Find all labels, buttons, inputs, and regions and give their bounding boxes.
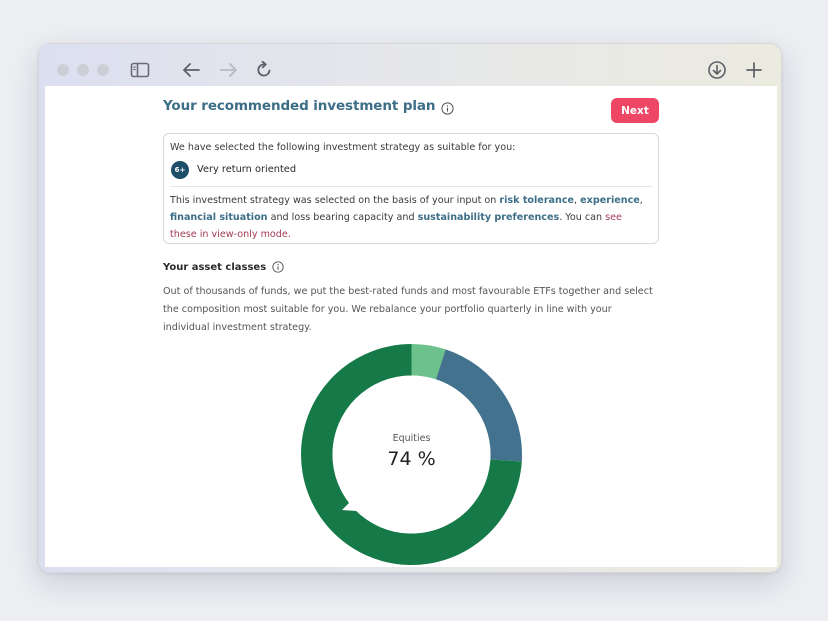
asset-classes-title: Your asset classes xyxy=(163,261,267,273)
financial-situation-link[interactable]: financial situation xyxy=(170,212,268,223)
explanation-text-3: . You can xyxy=(559,212,606,223)
experience-link[interactable]: experience xyxy=(580,195,640,206)
window-close-dot[interactable] xyxy=(57,64,69,76)
donut-center-value: 74 % xyxy=(387,448,436,470)
asset-info-icon[interactable] xyxy=(272,261,284,273)
asset-classes-description: Out of thousands of funds, we put the be… xyxy=(163,286,653,333)
explanation-text-1: This investment strategy was selected on… xyxy=(170,195,500,206)
window-minimize-dot[interactable] xyxy=(77,64,89,76)
donut-center-label: Equities xyxy=(392,433,431,444)
next-button[interactable]: Next xyxy=(611,98,659,123)
page-content: Your recommended investment plan Next We… xyxy=(45,86,777,567)
browser-window: Your recommended investment plan Next We… xyxy=(38,43,782,573)
info-icon[interactable] xyxy=(441,100,455,115)
reload-icon[interactable] xyxy=(252,58,276,82)
title-row: Your recommended investment plan xyxy=(163,98,455,115)
strategy-intro: We have selected the following investmen… xyxy=(170,142,516,153)
box-divider xyxy=(170,186,652,187)
browser-toolbar xyxy=(39,44,781,86)
forward-arrow-icon[interactable] xyxy=(217,58,241,82)
strategy-box: We have selected the following investmen… xyxy=(163,133,659,244)
sidebar-icon[interactable] xyxy=(128,58,152,82)
download-icon[interactable] xyxy=(705,58,729,82)
explanation-sep-2: , xyxy=(639,195,643,206)
sustainability-preferences-link[interactable]: sustainability preferences xyxy=(418,212,560,223)
risk-tolerance-link[interactable]: risk tolerance xyxy=(499,195,574,206)
strategy-label: Very return oriented xyxy=(197,164,297,175)
asset-classes-heading: Your asset classes xyxy=(163,261,284,273)
window-zoom-dot[interactable] xyxy=(97,64,109,76)
page-title: Your recommended investment plan xyxy=(163,98,436,114)
risk-class-badge: 6+ xyxy=(171,161,189,179)
back-arrow-icon[interactable] xyxy=(179,58,203,82)
strategy-explanation: This investment strategy was selected on… xyxy=(170,192,650,243)
new-tab-plus-icon[interactable] xyxy=(742,58,766,82)
explanation-text-2: and loss bearing capacity and xyxy=(267,212,418,223)
